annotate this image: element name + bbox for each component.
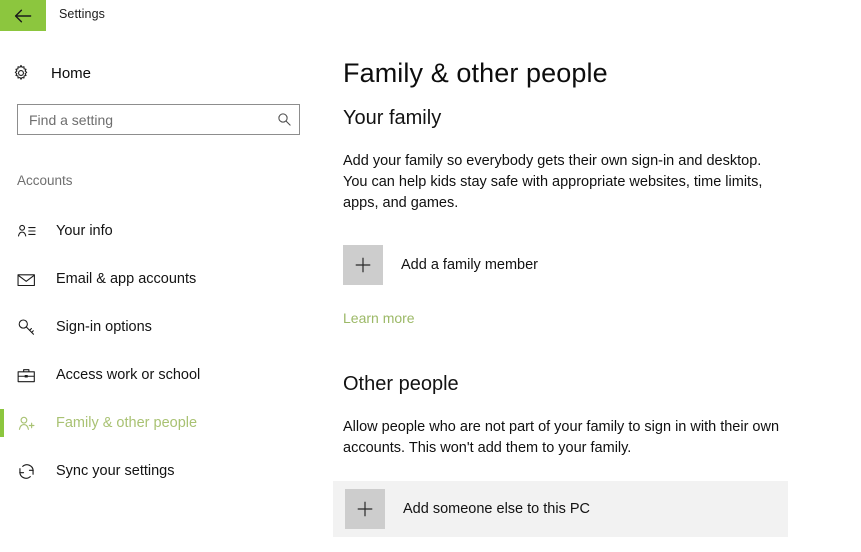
sidebar-item-home[interactable]: Home — [12, 59, 162, 87]
sidebar-item-access-work-or-school[interactable]: Access work or school — [0, 351, 333, 399]
selection-accent-bar — [0, 313, 4, 341]
plus-icon — [343, 245, 383, 285]
add-family-member-label: Add a family member — [401, 257, 538, 273]
sidebar-item-sync-your-settings[interactable]: Sync your settings — [0, 447, 333, 495]
other-people-heading: Other people — [343, 373, 459, 395]
sidebar-item-home-label: Home — [51, 64, 92, 82]
key-icon — [17, 318, 41, 336]
other-people-description: Allow people who are not part of your fa… — [343, 419, 780, 456]
sidebar: Home Accounts — [0, 31, 333, 552]
search-input[interactable] — [18, 106, 269, 133]
learn-more-link[interactable]: Learn more — [343, 310, 415, 326]
back-arrow-icon — [14, 9, 32, 23]
selection-accent-bar — [0, 457, 4, 485]
sidebar-item-email-app-accounts[interactable]: Email & app accounts — [0, 255, 333, 303]
plus-icon — [345, 489, 385, 529]
sidebar-item-sign-in-options[interactable]: Sign-in options — [0, 303, 333, 351]
sidebar-item-access-work-or-school-label: Access work or school — [56, 367, 201, 383]
back-button[interactable] — [0, 0, 46, 31]
person-plus-icon — [17, 415, 41, 432]
page-title: Family & other people — [343, 58, 608, 88]
your-family-description: Add your family so everybody gets their … — [343, 153, 763, 211]
envelope-icon — [17, 272, 41, 287]
sidebar-item-email-app-accounts-label: Email & app accounts — [56, 271, 197, 287]
sidebar-item-your-info-label: Your info — [56, 223, 113, 239]
sidebar-item-family-other-people-label: Family & other people — [56, 415, 198, 431]
your-family-heading: Your family — [343, 107, 442, 129]
selection-accent-bar — [0, 265, 4, 293]
add-someone-else-button[interactable]: Add someone else to this PC — [333, 481, 788, 537]
contact-card-icon — [17, 223, 41, 239]
selection-accent-bar — [0, 409, 4, 437]
title-bar: Settings — [0, 0, 861, 31]
selection-accent-bar — [0, 217, 4, 245]
sidebar-item-your-info[interactable]: Your info — [0, 207, 333, 255]
sidebar-item-family-other-people[interactable]: Family & other people — [0, 399, 333, 447]
sidebar-group-label: Accounts — [17, 173, 73, 188]
add-family-member-button[interactable]: Add a family member — [343, 245, 643, 285]
selection-accent-bar — [0, 361, 4, 389]
gear-icon — [12, 64, 36, 82]
main-content: Family & other people Your family Add yo… — [333, 31, 861, 552]
briefcase-icon — [17, 367, 41, 384]
window-title: Settings — [59, 7, 105, 21]
sync-icon — [17, 463, 41, 480]
sidebar-item-sign-in-options-label: Sign-in options — [56, 319, 152, 335]
sidebar-item-sync-your-settings-label: Sync your settings — [56, 463, 175, 479]
settings-window: Settings Home Find a setting Accounts Yo… — [0, 0, 861, 552]
sidebar-nav-list: Your info Email & app accounts Sign-in o… — [0, 207, 333, 495]
search-icon[interactable] — [269, 105, 299, 134]
add-someone-else-label: Add someone else to this PC — [403, 501, 590, 517]
search-box[interactable] — [17, 104, 300, 135]
